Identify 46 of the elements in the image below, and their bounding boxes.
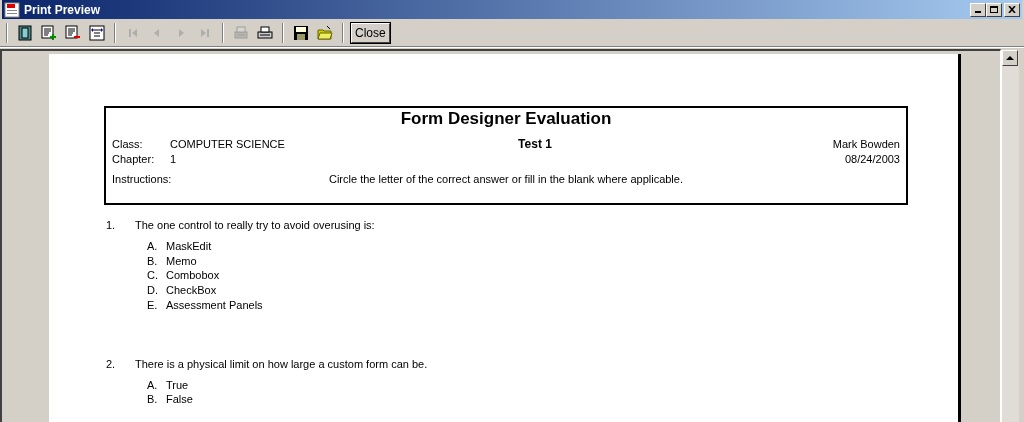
- instructions-text: Circle the letter of the correct answer or fill in the blank where applicable.: [329, 173, 683, 185]
- close-icon: [1008, 6, 1016, 13]
- chapter-number: 1: [170, 153, 178, 165]
- save-icon[interactable]: [293, 24, 309, 41]
- option-letter: E.: [147, 297, 159, 313]
- question-text: The one control to really try to avoid overusing is:: [135, 219, 375, 231]
- option-letter: B.: [147, 253, 159, 269]
- option-text: Assessment Panels: [166, 297, 263, 313]
- scroll-up-button[interactable]: [1002, 50, 1018, 66]
- option-letter: C.: [147, 268, 159, 284]
- author-name: Mark Bowden: [832, 138, 900, 150]
- option-text: Memo: [166, 253, 197, 269]
- fit-width-icon[interactable]: [89, 24, 105, 41]
- test-name: Test 1: [518, 137, 552, 151]
- minimize-button[interactable]: [970, 2, 986, 17]
- date-text: 08/24/2003: [844, 153, 900, 165]
- close-button[interactable]: Close: [351, 22, 390, 43]
- option-letter: B.: [147, 392, 159, 407]
- field-label: Class:: [112, 138, 144, 150]
- printer-icon[interactable]: [257, 24, 273, 41]
- option-text: True: [166, 377, 189, 393]
- maximize-icon: [990, 6, 998, 13]
- folder-icon[interactable]: [317, 24, 333, 41]
- question-text: There is a physical limit on how large a custom form can be.: [135, 357, 428, 370]
- field-label: Instructions:: [112, 173, 172, 185]
- class-name: COMPUTER SCIENCE: [170, 138, 286, 150]
- close-button[interactable]: [1004, 2, 1020, 17]
- document-title: Form Designer Evaluation: [400, 109, 612, 128]
- option-text: Combobox: [166, 268, 220, 284]
- question-number: 1.: [105, 219, 117, 231]
- option-text: False: [166, 392, 193, 407]
- question-number: 2.: [105, 357, 117, 370]
- field-label: Chapter:: [112, 153, 156, 165]
- window-title: Print Preview: [24, 2, 102, 17]
- option-letter: A.: [147, 239, 159, 254]
- add-page-icon[interactable]: [41, 24, 57, 41]
- app-icon: [4, 1, 20, 18]
- page-icon[interactable]: [17, 24, 33, 41]
- scrollbar[interactable]: [1001, 50, 1019, 422]
- option-text: MaskEdit: [166, 239, 212, 254]
- remove-page-icon[interactable]: [65, 24, 81, 41]
- maximize-button[interactable]: [986, 2, 1002, 17]
- option-text: CheckBox: [166, 283, 217, 298]
- option-letter: D.: [147, 283, 159, 298]
- option-letter: A.: [147, 377, 159, 393]
- up-arrow-icon: [1006, 56, 1014, 60]
